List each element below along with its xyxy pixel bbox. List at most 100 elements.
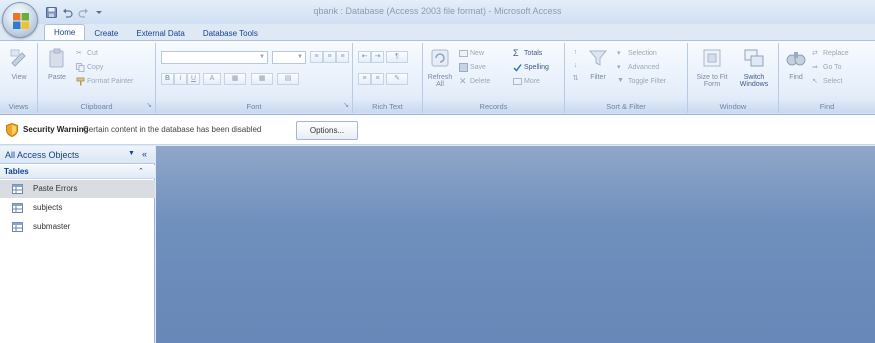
chevron-down-icon: ▼ — [297, 54, 303, 60]
spelling-label: Spelling — [524, 63, 549, 71]
alternate-fill-button[interactable]: ▤ — [277, 73, 299, 85]
font-group: ▼ ▼ ≡ ≡ ≡ B I U A ▦ ▦ ▤ Font ↘ — [156, 43, 353, 113]
tab-external-data[interactable]: External Data — [127, 26, 193, 41]
office-button[interactable] — [2, 2, 38, 38]
more-label: More — [524, 77, 540, 85]
records-group: Refresh All New Save ✕ Delete Σ Totals S… — [423, 43, 565, 113]
new-label: New — [470, 49, 485, 57]
totals-button[interactable]: Σ Totals — [513, 47, 542, 59]
nav-group-tables[interactable]: Tables ⌃ — [0, 165, 155, 179]
view-button[interactable]: View — [4, 47, 34, 97]
window-group-label: Window — [688, 101, 778, 113]
table-icon — [12, 184, 23, 194]
security-warning-bar: Security Warning Certain content in the … — [0, 115, 875, 145]
font-size-combo[interactable]: ▼ — [272, 51, 306, 64]
tab-home[interactable]: Home — [44, 24, 86, 41]
format-painter-button[interactable]: Format Painter — [76, 75, 133, 87]
records-group-label: Records — [423, 101, 564, 113]
dialog-launcher-icon[interactable]: ↘ — [343, 100, 349, 112]
bullets-button[interactable]: ≡ — [371, 73, 384, 85]
refresh-all-button[interactable]: Refresh All — [426, 47, 454, 97]
size-to-fit-label: Size to Fit Form — [696, 74, 728, 88]
nav-item-table[interactable]: Paste Errors — [0, 180, 155, 198]
ribbon: View Views Paste ✂ Cut Copy Format Paint… — [0, 40, 875, 115]
sigma-icon: Σ — [513, 47, 519, 58]
security-warning-message: Certain content in the database has been… — [83, 125, 262, 134]
refresh-icon — [431, 49, 449, 67]
increase-indent-button[interactable]: ⇥ — [371, 51, 384, 63]
more-icon — [513, 77, 522, 85]
switch-windows-icon — [744, 49, 764, 67]
fill-color-button[interactable]: ▦ — [224, 73, 246, 85]
chevron-down-icon[interactable]: ▼ — [128, 150, 135, 157]
dialog-launcher-icon[interactable]: ↘ — [146, 100, 152, 112]
paste-icon — [49, 48, 64, 68]
window-title: qbank : Database (Access 2003 file forma… — [313, 6, 562, 16]
clear-sort-button[interactable]: ⇅ — [569, 74, 582, 86]
tab-create[interactable]: Create — [85, 26, 127, 41]
font-label: Font — [246, 102, 262, 111]
align-center-button[interactable]: ≡ — [323, 51, 336, 63]
switch-windows-button[interactable]: Switch Windows — [734, 47, 774, 97]
cut-label: Cut — [87, 49, 98, 57]
cut-button[interactable]: ✂ Cut — [76, 47, 98, 59]
view-icon — [10, 49, 26, 67]
font-name-combo[interactable]: ▼ — [161, 51, 268, 64]
sort-descending-button[interactable]: ↓ — [569, 61, 582, 73]
italic-button[interactable]: I — [174, 73, 187, 85]
filter-label: Filter — [590, 74, 606, 81]
numbering-button[interactable]: ≡ — [358, 73, 371, 85]
find-label: Find — [789, 74, 803, 81]
table-icon — [12, 203, 23, 213]
nav-item-label: submaster — [33, 222, 71, 231]
size-to-fit-button[interactable]: Size to Fit Form — [694, 47, 730, 97]
decrease-indent-button[interactable]: ⇤ — [358, 51, 371, 63]
gridlines-button[interactable]: ▦ — [251, 73, 273, 85]
align-left-button[interactable]: ≡ — [310, 51, 323, 63]
nav-pane-header[interactable]: All Access Objects ▼ « — [0, 146, 155, 164]
more-button[interactable]: More — [513, 75, 540, 87]
binoculars-icon — [786, 52, 806, 66]
save-label: Save — [470, 63, 486, 71]
underline-button[interactable]: U — [187, 73, 200, 85]
replace-button[interactable]: ⇄ Replace — [812, 47, 849, 59]
tab-database-tools[interactable]: Database Tools — [194, 26, 267, 41]
find-group-label: Find — [779, 101, 875, 113]
rich-text-group: ⇤ ⇥ ¶ ≡ ≡ ✎ Rich Text — [353, 43, 423, 113]
copy-button[interactable]: Copy — [76, 61, 103, 73]
find-button[interactable]: Find — [783, 47, 809, 97]
sort-ascending-button[interactable]: ↑ — [569, 48, 582, 60]
nav-item-label: Paste Errors — [33, 184, 78, 193]
paste-button[interactable]: Paste — [42, 47, 72, 97]
spelling-button[interactable]: Spelling — [513, 61, 549, 73]
shutter-bar-close-icon[interactable]: « — [142, 149, 147, 159]
select-button[interactable]: ↖ Select — [812, 75, 842, 87]
goto-button[interactable]: ⇒ Go To — [812, 61, 842, 73]
highlight-button[interactable]: ✎ — [386, 73, 408, 85]
filter-button[interactable]: Filter — [585, 47, 611, 97]
nav-pane-title[interactable]: All Access Objects — [5, 150, 79, 160]
advanced-label: Advanced — [628, 63, 660, 71]
text-direction-button[interactable]: ¶ — [386, 51, 408, 63]
font-color-button[interactable]: A — [203, 73, 221, 85]
advanced-button[interactable]: ▾ Advanced — [617, 61, 659, 73]
toggle-filter-button[interactable]: ▼ Toggle Filter — [617, 75, 666, 87]
nav-item-label: subjects — [33, 203, 63, 212]
copy-label: Copy — [87, 63, 104, 71]
paste-label: Paste — [48, 74, 66, 81]
options-button[interactable]: Options... — [296, 121, 358, 140]
nav-item-table[interactable]: subjects — [0, 199, 155, 217]
new-record-button[interactable]: New — [459, 47, 484, 59]
nav-item-table[interactable]: submaster — [0, 218, 155, 236]
rich-text-group-label: Rich Text — [353, 101, 422, 113]
clipboard-group: Paste ✂ Cut Copy Format Painter Clipboar… — [38, 43, 156, 113]
align-right-button[interactable]: ≡ — [336, 51, 349, 63]
selection-button[interactable]: ▾ Selection — [617, 47, 657, 59]
delete-record-button[interactable]: ✕ Delete — [459, 75, 490, 87]
goto-icon: ⇒ — [812, 63, 818, 71]
selection-icon: ▾ — [617, 49, 621, 57]
collapse-icon[interactable]: ⌃ — [138, 167, 144, 175]
save-record-button[interactable]: Save — [459, 61, 486, 73]
new-record-icon — [459, 49, 468, 57]
bold-button[interactable]: B — [161, 73, 174, 85]
